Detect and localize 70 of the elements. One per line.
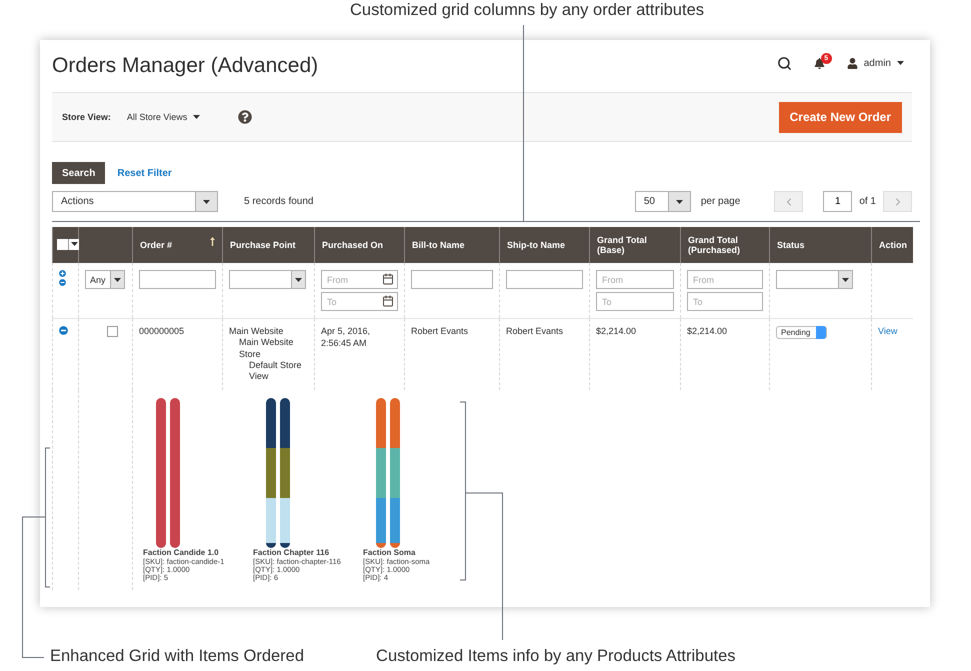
caret-icon — [203, 200, 210, 204]
table-cell-text: Apr 5, 2016, 2:56:45 AM — [321, 326, 372, 350]
filter-input[interactable] — [139, 270, 216, 289]
purchase-point-text: Default Store View — [248, 360, 303, 382]
caret-icon — [897, 61, 904, 65]
column-header[interactable]: Ship-to Name — [500, 227, 590, 263]
table-cell-text: Robert Evants — [411, 326, 470, 338]
callout-label: Customized grid columns by any order attributes — [350, 1, 704, 20]
expand-all-icon[interactable] — [59, 270, 66, 277]
column-header[interactable]: Order # — [132, 227, 222, 263]
column-header[interactable]: Grand Total (Base) — [590, 227, 680, 263]
mass-select-header[interactable] — [52, 227, 78, 263]
per-page-select[interactable]: 50 — [634, 191, 691, 212]
item-name: Faction Chapter 116 — [253, 549, 330, 558]
callout-label: Enhanced Grid with Items Ordered — [50, 647, 304, 666]
page-count: of 1 — [859, 196, 876, 207]
caret-icon — [193, 115, 200, 119]
caret-icon — [676, 200, 683, 204]
table-cell-text: 000000005 — [139, 326, 186, 338]
calendar-icon[interactable] — [382, 273, 394, 285]
column-header[interactable]: Status — [770, 227, 872, 263]
purchase-point-text: Main Website — [229, 326, 284, 338]
actions-select[interactable]: Actions — [52, 191, 218, 212]
item-name: Faction Candide 1.0 — [143, 549, 220, 558]
range-from-field[interactable]: From — [687, 270, 763, 289]
collapse-row-icon[interactable] — [59, 326, 68, 335]
store-view-select[interactable]: All Store Views — [126, 112, 200, 122]
view-link[interactable]: View — [878, 326, 898, 336]
table-cell-text: $2,214.00 — [687, 326, 728, 338]
column-header — [78, 227, 132, 263]
date-to-field[interactable]: To — [321, 292, 398, 311]
item-name: Faction Soma — [363, 549, 416, 558]
help-icon[interactable] — [238, 110, 252, 124]
page-title: Orders Manager (Advanced) — [52, 54, 318, 78]
filter-input[interactable] — [411, 270, 493, 289]
bell-icon[interactable] — [814, 58, 825, 68]
caret-icon — [295, 278, 302, 282]
table-cell-text: $2,214.00 — [596, 326, 638, 338]
reset-filter-link[interactable]: Reset Filter — [117, 168, 172, 178]
user-menu[interactable]: admin — [846, 58, 904, 68]
user-icon — [846, 58, 858, 68]
per-page-label: per page — [700, 196, 740, 207]
page-number-field[interactable]: 1 — [823, 191, 852, 212]
range-from-field[interactable]: From — [596, 270, 674, 289]
create-order-button[interactable]: Create New Order — [778, 102, 902, 132]
column-header[interactable]: Purchase Point — [222, 227, 314, 263]
column-header[interactable]: Grand Total (Purchased) — [680, 227, 770, 263]
status-select[interactable]: Pending — [776, 326, 828, 339]
callout-label: Customized Items info by any Products Attributes — [376, 647, 736, 666]
column-header[interactable]: Action — [872, 227, 912, 263]
table-cell-text: Robert Evants — [506, 326, 564, 338]
row-checkbox[interactable] — [107, 326, 118, 337]
column-header[interactable]: Purchased On — [314, 227, 404, 263]
range-to-field[interactable]: To — [596, 292, 674, 311]
sort-arrow-icon — [210, 237, 215, 246]
filter-input[interactable] — [506, 270, 583, 289]
search-button[interactable]: Search — [52, 162, 106, 184]
date-from-field[interactable]: From — [321, 270, 398, 289]
purchase-point-text: Main Website Store — [238, 337, 294, 360]
search-icon[interactable] — [776, 56, 792, 70]
caret-icon — [114, 278, 121, 282]
caret-icon — [70, 242, 78, 246]
column-header[interactable]: Bill-to Name — [404, 227, 500, 263]
calendar-icon[interactable] — [382, 295, 394, 307]
range-to-field[interactable]: To — [687, 292, 763, 311]
records-count: 5 records found — [244, 196, 314, 207]
caret-icon — [842, 278, 849, 282]
filter-select[interactable]: Any — [85, 270, 125, 289]
store-view-label: Store View: — [62, 112, 111, 122]
collapse-all-icon[interactable] — [59, 279, 66, 286]
